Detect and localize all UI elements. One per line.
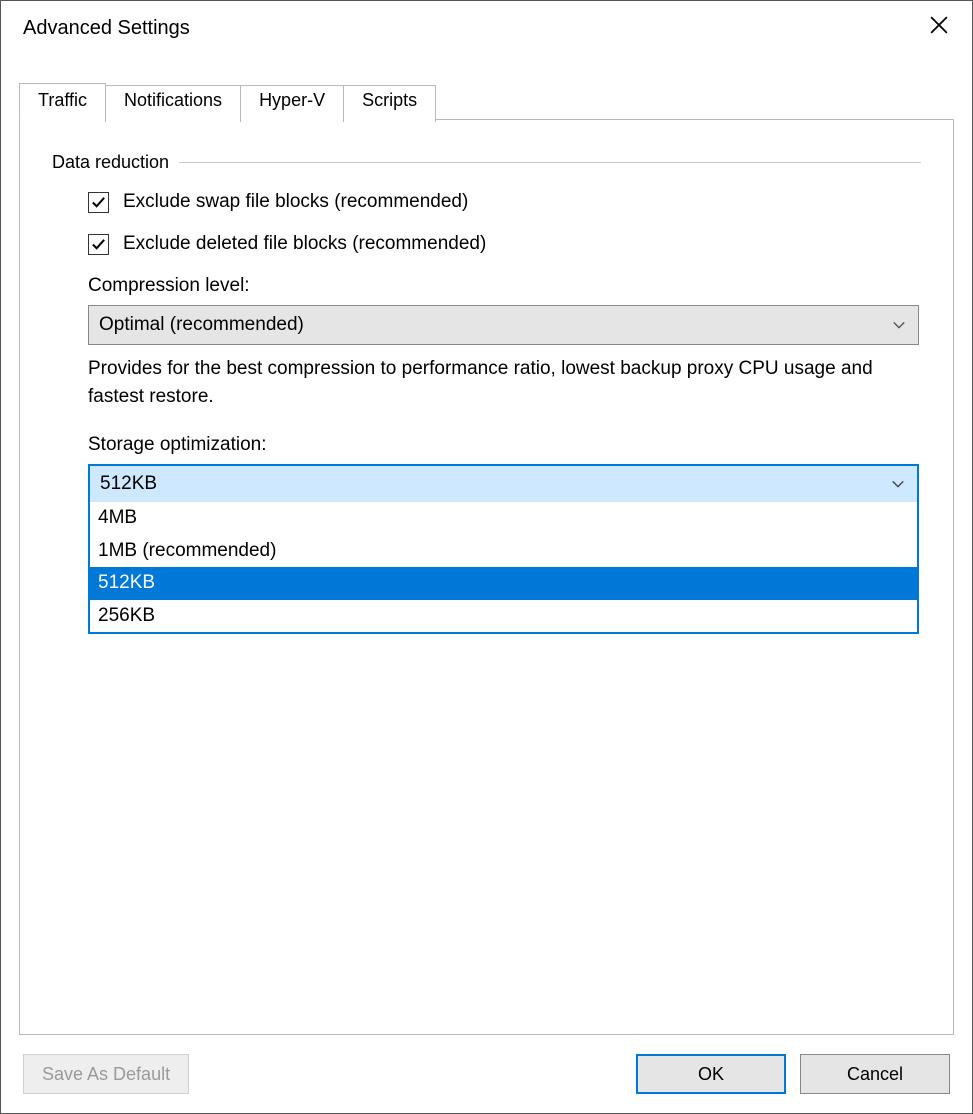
group-body: Exclude swap file blocks (recommended) E… <box>52 191 921 504</box>
compression-combobox[interactable]: Optimal (recommended) <box>88 305 919 345</box>
window-title: Advanced Settings <box>23 17 914 40</box>
tab-strip: Traffic Notifications Hyper-V Scripts <box>19 83 954 120</box>
advanced-settings-dialog: Advanced Settings Traffic Notifications … <box>0 0 973 1114</box>
checkbox-exclude-deleted[interactable]: Exclude deleted file blocks (recommended… <box>88 233 919 255</box>
button-label: OK <box>698 1064 724 1085</box>
content-area: Traffic Notifications Hyper-V Scripts Da… <box>1 55 972 1035</box>
tab-scripts[interactable]: Scripts <box>343 85 436 122</box>
tab-traffic[interactable]: Traffic <box>19 83 106 120</box>
storage-opt-option-4mb[interactable]: 4MB <box>90 502 917 535</box>
chevron-down-icon <box>891 477 905 491</box>
tab-label: Hyper-V <box>259 90 325 110</box>
title-bar: Advanced Settings <box>1 1 972 55</box>
group-title: Data reduction <box>52 152 169 173</box>
storage-opt-option-1mb[interactable]: 1MB (recommended) <box>90 535 917 568</box>
combobox-value: Optimal (recommended) <box>99 314 304 336</box>
tab-label: Notifications <box>124 90 222 110</box>
button-label: Cancel <box>847 1064 903 1085</box>
divider <box>179 162 921 163</box>
checkbox-exclude-swap[interactable]: Exclude swap file blocks (recommended) <box>88 191 919 213</box>
storage-opt-dropdown: 4MB 1MB (recommended) 512KB 256KB <box>88 502 919 634</box>
storage-opt-option-256kb[interactable]: 256KB <box>90 600 917 633</box>
group-data-reduction: Data reduction <box>52 152 921 173</box>
tab-hyper-v[interactable]: Hyper-V <box>240 85 344 122</box>
checkbox-box[interactable] <box>88 234 109 255</box>
storage-opt-combobox[interactable]: 512KB 4MB 1MB (recommended) 512KB 256KB <box>88 464 919 504</box>
checkbox-label: Exclude deleted file blocks (recommended… <box>123 233 486 255</box>
close-button[interactable] <box>914 3 964 53</box>
compression-label: Compression level: <box>88 275 919 297</box>
combobox-value: 512KB <box>100 473 157 495</box>
dialog-footer: Save As Default OK Cancel <box>1 1035 972 1113</box>
tab-panel-traffic: Data reduction Exclude swap file blocks … <box>19 119 954 1035</box>
checkmark-icon <box>91 195 106 210</box>
checkbox-box[interactable] <box>88 192 109 213</box>
checkbox-label: Exclude swap file blocks (recommended) <box>123 191 468 213</box>
button-label: Save As Default <box>42 1064 170 1085</box>
ok-button[interactable]: OK <box>636 1054 786 1094</box>
tab-notifications[interactable]: Notifications <box>105 85 241 122</box>
tab-label: Traffic <box>38 90 87 110</box>
storage-opt-option-512kb[interactable]: 512KB <box>90 567 917 600</box>
compression-help: Provides for the best compression to per… <box>88 355 919 410</box>
chevron-down-icon <box>892 318 906 332</box>
storage-opt-label: Storage optimization: <box>88 434 919 456</box>
checkmark-icon <box>91 237 106 252</box>
tab-label: Scripts <box>362 90 417 110</box>
save-as-default-button: Save As Default <box>23 1054 189 1094</box>
close-icon <box>930 16 948 40</box>
cancel-button[interactable]: Cancel <box>800 1054 950 1094</box>
